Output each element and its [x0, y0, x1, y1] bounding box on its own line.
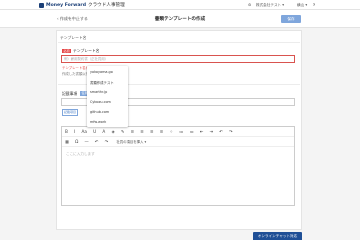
- bold-icon[interactable]: B: [65, 129, 68, 134]
- dropdown-item[interactable]: smarthr.jp: [90, 90, 107, 94]
- align-left-icon[interactable]: ≡: [131, 129, 135, 134]
- align-right-icon[interactable]: ≡: [150, 129, 154, 134]
- italic-icon[interactable]: I: [74, 129, 75, 134]
- align-center-icon[interactable]: ≡: [140, 129, 144, 134]
- font-size-icon[interactable]: Aa: [82, 129, 87, 134]
- required-badge: 必須: [62, 48, 72, 54]
- autocomplete-dropdown: yokoyama.go 書類作成テスト smarthr.jp Cybozu.co…: [87, 66, 128, 127]
- condition-item-button[interactable]: 記載項目: [62, 109, 78, 116]
- dropdown-item[interactable]: yokoyama.go: [90, 70, 113, 74]
- outdent-icon[interactable]: ⇤: [200, 129, 204, 134]
- bullet-list-icon[interactable]: ≔: [179, 129, 183, 134]
- validation-error: テンプレート名が: [62, 66, 90, 70]
- template-name-label-text: テンプレート名: [73, 48, 100, 53]
- pen-icon[interactable]: ✎: [121, 129, 125, 134]
- undo-icon[interactable]: ↶: [95, 139, 99, 144]
- undo-icon[interactable]: ↶: [219, 129, 223, 134]
- indent-icon[interactable]: ⇥: [210, 129, 214, 134]
- underline-icon[interactable]: U: [93, 129, 96, 134]
- condition-label: 記載事項: [62, 91, 78, 96]
- dropdown-item[interactable]: github.com: [90, 110, 109, 114]
- editor-toolbar-row-1: B I Aa U A ◈ ✎ ≡ ≡ ≡ ≡ ⁘ ≔ ≔ ⇤ ⇥ ↶ ↷: [62, 127, 294, 137]
- highlight-icon[interactable]: ◈: [111, 129, 114, 134]
- template-name-label: 必須 テンプレート名: [62, 48, 99, 54]
- editor-toolbar-row-2: ▦ Ω — ↶ ↷ 社員の項目を挿入 ▾: [62, 137, 294, 147]
- sub-header: ‹ 作成を中止する 書類テンプレートの作成 保存: [0, 10, 360, 28]
- spacing-icon[interactable]: ⁘: [169, 129, 173, 134]
- dropdown-item[interactable]: 書類作成テスト: [90, 80, 114, 85]
- logo-text: Money Forward: [46, 2, 86, 8]
- top-bar: Money Forward クラウド人事管理 ⚙ 株式会社テスト ▾ 横山 ▾ …: [0, 0, 360, 10]
- numbered-list-icon[interactable]: ≔: [189, 129, 193, 134]
- editor-placeholder[interactable]: ここに入力します: [66, 152, 95, 157]
- hint-text: 作成した書類以外: [62, 72, 90, 76]
- page-title: 書類テンプレートの作成: [154, 17, 206, 22]
- table-icon[interactable]: ▦: [65, 139, 69, 144]
- special-char-icon[interactable]: Ω: [75, 139, 78, 144]
- dropdown-item[interactable]: mfw.work: [90, 120, 106, 124]
- rich-text-editor: B I Aa U A ◈ ✎ ≡ ≡ ≡ ≡ ⁘ ≔ ≔ ⇤ ⇥ ↶ ↷ ▦ Ω…: [61, 126, 295, 206]
- online-chat-button[interactable]: オンラインチャット対応: [253, 232, 302, 240]
- section-divider: [58, 42, 300, 43]
- help-icon[interactable]: ?: [313, 3, 315, 7]
- company-switcher[interactable]: 株式会社テスト ▾: [256, 3, 284, 8]
- insert-employee-field-dropdown[interactable]: 社員の項目を挿入 ▾: [116, 139, 146, 144]
- redo-icon[interactable]: ↷: [229, 129, 233, 134]
- template-name-input[interactable]: 例）雇用契約書（正社員用）: [61, 55, 295, 63]
- text-color-icon[interactable]: A: [102, 129, 105, 134]
- section-title: テンプレート名: [60, 35, 87, 40]
- product-name: クラウド人事管理: [87, 3, 125, 8]
- user-menu[interactable]: 横山 ▾: [297, 3, 307, 8]
- gear-icon[interactable]: ⚙: [248, 3, 251, 7]
- money-forward-logo-icon: [39, 2, 44, 8]
- horizontal-rule-icon[interactable]: —: [85, 139, 89, 144]
- align-justify-icon[interactable]: ≡: [160, 129, 164, 134]
- save-button[interactable]: 保存: [281, 15, 301, 23]
- redo-icon[interactable]: ↷: [105, 139, 109, 144]
- app-logo[interactable]: Money Forward クラウド人事管理: [39, 2, 125, 8]
- dropdown-item[interactable]: Cybozu.com: [90, 100, 111, 104]
